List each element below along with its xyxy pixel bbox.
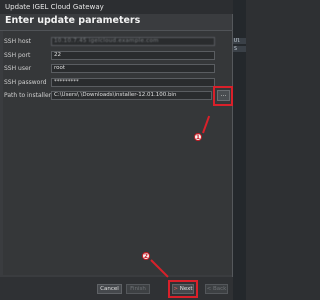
callout-two: 2 xyxy=(142,252,150,260)
ssh-password-label: SSH password xyxy=(4,79,47,86)
ssh-password-field[interactable]: ********* xyxy=(51,78,215,87)
background-tag: S xyxy=(234,46,238,52)
installer-path-field[interactable]: C:\Users\ \Downloads\installer-12.01.100… xyxy=(51,91,212,100)
update-dialog: Update IGEL Cloud Gateway Enter update p… xyxy=(0,0,233,300)
back-label: Back xyxy=(213,286,227,292)
back-button[interactable]: < Back xyxy=(205,284,228,294)
finish-button[interactable]: Finish xyxy=(126,284,150,294)
ssh-port-label: SSH port xyxy=(4,52,31,59)
ssh-host-label: SSH host xyxy=(4,38,31,45)
ssh-host-field[interactable]: 10.10.7.45 igelcloud.example.com xyxy=(51,37,215,46)
highlight-next xyxy=(168,280,198,298)
window-title: Update IGEL Cloud Gateway xyxy=(5,3,104,11)
ssh-user-label: SSH user xyxy=(4,65,32,72)
title-bar: Update IGEL Cloud Gateway xyxy=(0,0,233,14)
cancel-button[interactable]: Cancel xyxy=(97,284,122,294)
background-window: Ul S xyxy=(233,0,246,300)
background-tag: Ul xyxy=(234,38,241,44)
highlight-browse xyxy=(213,86,233,106)
finish-label: Finish xyxy=(130,286,146,292)
callout-one: 1 xyxy=(194,133,202,141)
page-title: Enter update parameters xyxy=(5,15,141,26)
installer-path-label: Path to installer xyxy=(4,92,52,99)
cancel-label: Cancel xyxy=(100,286,119,292)
ssh-port-field[interactable]: 22 xyxy=(51,51,215,60)
ssh-user-field[interactable]: root xyxy=(51,64,215,73)
